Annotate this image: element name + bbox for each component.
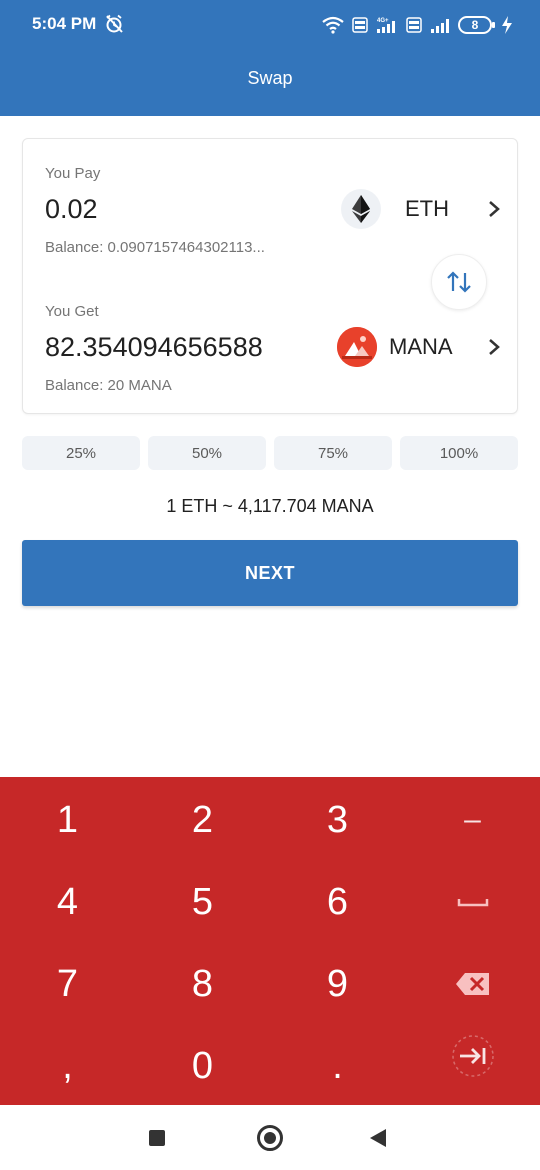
key-2[interactable]: 2 [135,779,270,861]
battery-icon: 8 [458,16,495,34]
ethereum-icon [341,189,381,229]
decentraland-icon [337,327,377,367]
volte-icon [352,17,368,33]
signal-icon [431,19,449,33]
percent-100-button[interactable]: 100% [400,436,518,470]
key-5[interactable]: 5 [135,861,270,943]
app-bar: 5:04 PM 4G+ 8 Swap [0,0,540,116]
system-navigation-bar [0,1105,540,1170]
key-9[interactable]: 9 [270,943,405,1025]
space-key[interactable] [405,861,540,943]
space-icon [457,899,488,907]
get-balance: Balance: 20 MANA [45,377,172,394]
you-pay-label: You Pay [45,165,101,182]
key-7[interactable]: 7 [0,943,135,1025]
chevron-right-icon [489,339,500,355]
tab-next-icon [451,1035,494,1077]
recent-apps-icon[interactable] [149,1130,165,1146]
key-1[interactable]: 1 [0,779,135,861]
key-4[interactable]: 4 [0,861,135,943]
back-icon[interactable] [370,1129,386,1147]
key-0[interactable]: 0 [135,1025,270,1107]
next-field-key[interactable] [405,1015,540,1097]
swap-arrows-icon [447,271,471,293]
backspace-icon [455,973,489,995]
pay-amount-input[interactable]: 0.02 [45,194,305,225]
volte-icon [406,17,422,33]
key-dot[interactable]: . [270,1025,405,1107]
battery-level: 8 [471,18,479,32]
swap-card: You Pay 0.02 ETH Balance: 0.090715746430… [22,138,518,414]
percent-75-button[interactable]: 75% [274,436,392,470]
chevron-right-icon [489,201,500,217]
percent-buttons: 25% 50% 75% 100% [22,436,518,470]
key-3[interactable]: 3 [270,779,405,861]
numeric-keypad: 1 2 3 – 4 5 6 7 8 9 , 0 . [0,777,540,1105]
you-get-label: You Get [45,303,99,320]
key-8[interactable]: 8 [135,943,270,1025]
percent-50-button[interactable]: 50% [148,436,266,470]
get-token-symbol: MANA [389,334,453,359]
backspace-key[interactable] [405,943,540,1025]
home-icon[interactable] [257,1125,283,1151]
pay-token-symbol: ETH [405,196,449,221]
key-minus[interactable]: – [405,779,540,861]
signal-icon: 4G+ [377,18,395,33]
next-button[interactable]: NEXT [22,540,518,606]
key-6[interactable]: 6 [270,861,405,943]
page-title: Swap [247,68,293,88]
pay-balance: Balance: 0.0907157464302113... [45,239,265,256]
exchange-rate: 1 ETH ~ 4,117.704 MANA [166,496,374,516]
svg-text:4G+: 4G+ [377,18,389,24]
wifi-icon [322,16,344,34]
charging-icon [502,16,512,34]
get-amount-input[interactable]: 82.354094656588 [45,332,293,363]
switch-tokens-button[interactable] [431,254,487,310]
status-time: 5:04 PM [32,14,97,33]
status-icons: 4G+ 8 [322,14,514,36]
get-token-selector[interactable]: MANA [337,327,501,367]
pay-token-selector[interactable]: ETH [341,189,501,229]
key-comma[interactable]: , [0,1025,135,1107]
alarm-off-icon [106,14,123,33]
percent-25-button[interactable]: 25% [22,436,140,470]
status-bar: 5:04 PM 4G+ 8 [0,0,540,48]
